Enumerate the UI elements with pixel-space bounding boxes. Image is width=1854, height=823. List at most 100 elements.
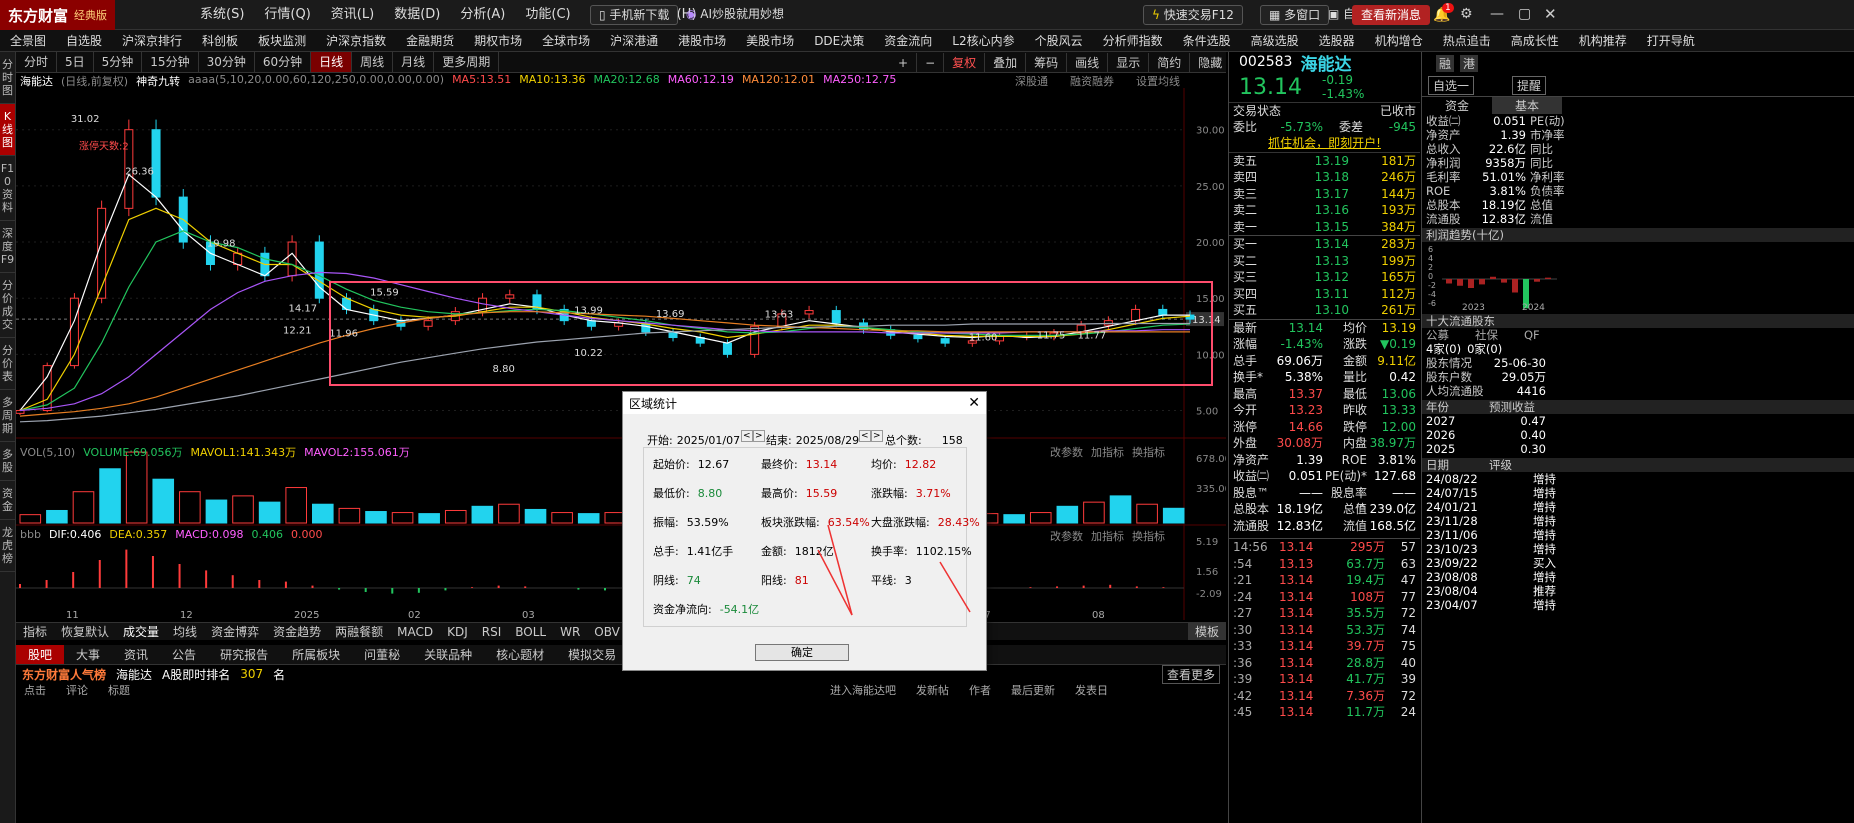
rating-row[interactable]: 23/11/28 增持: [1422, 514, 1854, 528]
period-tab[interactable]: 分时: [16, 52, 58, 72]
period-tab[interactable]: 日线: [311, 52, 353, 72]
indicator-tab[interactable]: KDJ: [440, 623, 475, 640]
indicator-tab[interactable]: 成交量: [116, 623, 166, 640]
side-tab[interactable]: 资金: [0, 481, 15, 520]
market-nav-item[interactable]: 分析师指数: [1093, 30, 1173, 51]
period-tab[interactable]: 更多周期: [434, 52, 500, 72]
tab-basic[interactable]: 基本: [1492, 97, 1562, 114]
macd-link[interactable]: 换指标: [1132, 528, 1165, 544]
market-nav-item[interactable]: 打开导航: [1637, 30, 1705, 51]
macd-link[interactable]: 改参数: [1050, 528, 1083, 544]
indicator-tab[interactable]: 指标: [16, 623, 54, 640]
hk-tag[interactable]: 港: [1460, 54, 1479, 72]
side-tab[interactable]: 分价成交: [0, 273, 15, 338]
market-nav-item[interactable]: 沪深京排行: [112, 30, 192, 51]
market-nav-item[interactable]: 全景图: [0, 30, 56, 51]
footer-action[interactable]: 最后更新: [1011, 683, 1055, 697]
chart-link[interactable]: 融资融券: [1070, 73, 1114, 89]
toolbar-button[interactable]: 显示: [1108, 52, 1150, 73]
rating-row[interactable]: 23/08/04 推荐: [1422, 584, 1854, 598]
period-tab[interactable]: 月线: [393, 52, 435, 72]
market-nav-item[interactable]: DDE决策: [804, 30, 874, 51]
menu-item[interactable]: 行情(Q): [254, 0, 320, 30]
market-nav-item[interactable]: 机构推荐: [1569, 30, 1637, 51]
market-nav-item[interactable]: 高成长性: [1501, 30, 1569, 51]
kline-chart[interactable]: 30.00 25.00 20.00 15.00 10.00 5.00 13.14 31.02 2…: [16, 88, 1226, 622]
rating-row[interactable]: 23/11/06 增持: [1422, 528, 1854, 542]
news-tab[interactable]: 所属板块: [280, 645, 352, 664]
news-tab[interactable]: 模拟交易: [556, 645, 628, 664]
chart-link[interactable]: 设置均线: [1136, 73, 1180, 89]
market-nav-item[interactable]: 个股风云: [1025, 30, 1093, 51]
market-nav-item[interactable]: 资金流向: [874, 30, 942, 51]
minimize-icon[interactable]: —: [1490, 6, 1504, 22]
toolbar-button[interactable]: 复权: [944, 52, 986, 73]
rating-row[interactable]: 23/04/07 增持: [1422, 598, 1854, 612]
toolbar-button[interactable]: 画线: [1067, 52, 1109, 73]
toolbar-button[interactable]: 叠加: [985, 52, 1027, 73]
market-nav-item[interactable]: 条件选股: [1173, 30, 1241, 51]
tab-funds[interactable]: 资金: [1422, 97, 1492, 114]
side-tab[interactable]: 分价表: [0, 338, 15, 390]
market-nav-item[interactable]: 美股市场: [736, 30, 804, 51]
menu-item[interactable]: 资讯(L): [321, 0, 384, 30]
side-tab[interactable]: 龙虎榜: [0, 520, 15, 572]
add-watchlist-button[interactable]: 自选一: [1428, 75, 1475, 95]
menu-item[interactable]: 数据(D): [384, 0, 450, 30]
period-tab[interactable]: 5日: [57, 52, 94, 72]
market-nav-item[interactable]: 港股市场: [668, 30, 736, 51]
view-more-button[interactable]: 查看更多: [1161, 664, 1220, 684]
indicator-tab[interactable]: 两融餐额: [328, 623, 390, 640]
side-tab[interactable]: 分时图: [0, 52, 15, 104]
rating-row[interactable]: 24/08/22 增持: [1422, 472, 1854, 486]
indicator-tab[interactable]: OBV: [587, 623, 627, 640]
news-tab[interactable]: 大事: [64, 645, 112, 664]
start-next-button[interactable]: >: [753, 430, 765, 442]
news-tab[interactable]: 公告: [160, 645, 208, 664]
rating-row[interactable]: 23/08/08 增持: [1422, 570, 1854, 584]
footer-action[interactable]: 发新帖: [916, 683, 949, 697]
market-nav-item[interactable]: 板块监测: [248, 30, 316, 51]
period-tab[interactable]: 15分钟: [142, 52, 199, 72]
end-prev-button[interactable]: <: [859, 430, 871, 442]
news-tab[interactable]: 核心题材: [484, 645, 556, 664]
footer-action[interactable]: 进入海能达吧: [830, 683, 896, 697]
alert-button[interactable]: 提醒: [1512, 75, 1547, 95]
side-tab[interactable]: 多周期: [0, 390, 15, 442]
rating-row[interactable]: 23/10/23 增持: [1422, 542, 1854, 556]
ai-button[interactable]: ◉ AI炒股就用妙想: [678, 5, 792, 25]
side-tab[interactable]: 多股: [0, 442, 15, 481]
market-nav-item[interactable]: 自选股: [56, 30, 112, 51]
market-nav-item[interactable]: 期权市场: [464, 30, 532, 51]
market-nav-item[interactable]: 高级选股: [1241, 30, 1309, 51]
indicator-tab[interactable]: BOLL: [508, 623, 553, 640]
menu-item[interactable]: 分析(A): [450, 0, 515, 30]
news-tab[interactable]: 资讯: [112, 645, 160, 664]
period-tab[interactable]: 5分钟: [94, 52, 143, 72]
toolbar-button[interactable]: −: [917, 52, 945, 73]
period-tab[interactable]: 30分钟: [199, 52, 255, 72]
footer-action[interactable]: 作者: [969, 683, 991, 697]
news-tab[interactable]: 研究报告: [208, 645, 280, 664]
rating-row[interactable]: 24/01/21 增持: [1422, 500, 1854, 514]
fast-trade-button[interactable]: ϟ 快速交易F12: [1143, 5, 1243, 25]
news-tab[interactable]: 关联品种: [412, 645, 484, 664]
vol-link[interactable]: 改参数: [1050, 444, 1083, 460]
indicator-tab[interactable]: MACD: [390, 623, 440, 640]
toolbar-button[interactable]: 筹码: [1026, 52, 1068, 73]
indicator-tab[interactable]: 均线: [166, 623, 204, 640]
market-nav-item[interactable]: 热点追击: [1433, 30, 1501, 51]
market-nav-item[interactable]: 科创板: [192, 30, 248, 51]
period-tab[interactable]: 周线: [352, 52, 394, 72]
indicator-tab[interactable]: 资金趋势: [266, 623, 328, 640]
indicator-tab[interactable]: RSI: [475, 623, 509, 640]
market-nav-item[interactable]: 全球市场: [532, 30, 600, 51]
vol-link[interactable]: 加指标: [1091, 444, 1124, 460]
market-nav-item[interactable]: 沪深京指数: [316, 30, 396, 51]
chart-link[interactable]: 深股通: [1015, 73, 1048, 89]
toolbar-button[interactable]: 隐藏: [1190, 52, 1232, 73]
market-nav-item[interactable]: 机构增仓: [1365, 30, 1433, 51]
footer-action[interactable]: 发表日: [1075, 683, 1108, 697]
promo-link[interactable]: 抓住机会，即刻开户!: [1268, 135, 1381, 152]
market-nav-item[interactable]: L2核心内参: [942, 30, 1024, 51]
